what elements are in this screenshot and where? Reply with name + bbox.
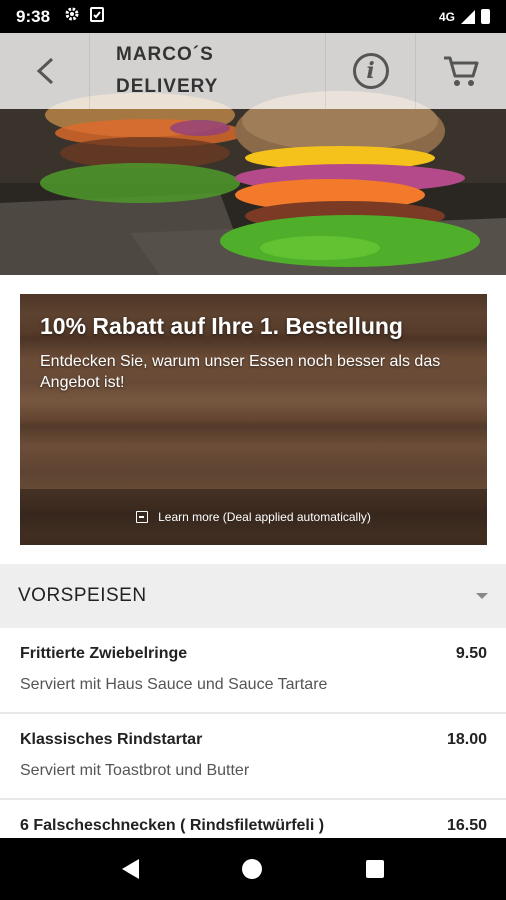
learn-more-icon [136,511,149,523]
navigation-bar [0,838,506,900]
nav-home-icon[interactable] [242,859,263,879]
menu-item-name: Klassisches Rindstartar [20,731,203,748]
menu-item-name: 6 Falscheschnecken ( Rindsfiletwürfeli ) [20,817,325,834]
clipboard-check-icon [90,6,105,27]
promo-banner[interactable]: 10% Rabatt auf Ihre 1. Bestellung Entdec… [20,294,487,545]
learn-more-link[interactable]: Learn more (Deal applied automatically) [20,489,487,545]
menu-item-price: 18.00 [446,731,487,748]
title-area: MARCO´S DELIVERY [90,33,326,109]
promo-subtitle: Entdecken Sie, warum unser Essen noch be… [40,353,441,391]
menu-item-description: Serviert mit Toastbrot und Butter [20,762,250,779]
menu-item-price: 16.50 [446,817,487,834]
promo-title: 10% Rabatt auf Ihre 1. Bestellung [40,313,403,339]
battery-icon [481,9,490,24]
back-arrow-icon [36,57,53,85]
menu-item-description: Serviert mit Haus Sauce und Sauce Tartar… [20,676,328,693]
cart-button[interactable] [416,33,506,109]
category-title: VORSPEISEN [18,585,147,606]
page-title: MARCO´S DELIVERY [116,44,219,97]
screen: 9:38 4G MARCO´S DELIVERY i 10% Rabatt au… [0,0,506,900]
cart-icon [444,56,479,86]
back-button[interactable] [0,33,90,109]
network-label: 4G [438,9,455,24]
status-time: 9:38 [16,6,51,26]
category-header-vorspeisen[interactable]: VORSPEISEN [0,564,506,628]
menu-item-price: 9.50 [455,645,487,662]
app-bar: MARCO´S DELIVERY i [0,33,506,109]
status-bar: 9:38 4G [0,0,506,33]
info-icon: i [352,53,389,89]
nav-back-icon[interactable] [121,859,139,879]
status-right: 4G [439,9,490,24]
learn-more-label: Learn more (Deal applied automatically) [158,510,371,524]
menu-item[interactable]: Frittierte Zwiebelringe 9.50 Serviert mi… [0,628,506,714]
chevron-down-icon [476,593,488,599]
info-button[interactable]: i [326,33,416,109]
menu-item-name: Frittierte Zwiebelringe [20,645,188,662]
settings-icon [64,6,80,27]
menu-item[interactable]: Klassisches Rindstartar 18.00 Serviert m… [0,714,506,800]
nav-recents-icon[interactable] [366,860,385,878]
signal-icon [461,9,475,24]
